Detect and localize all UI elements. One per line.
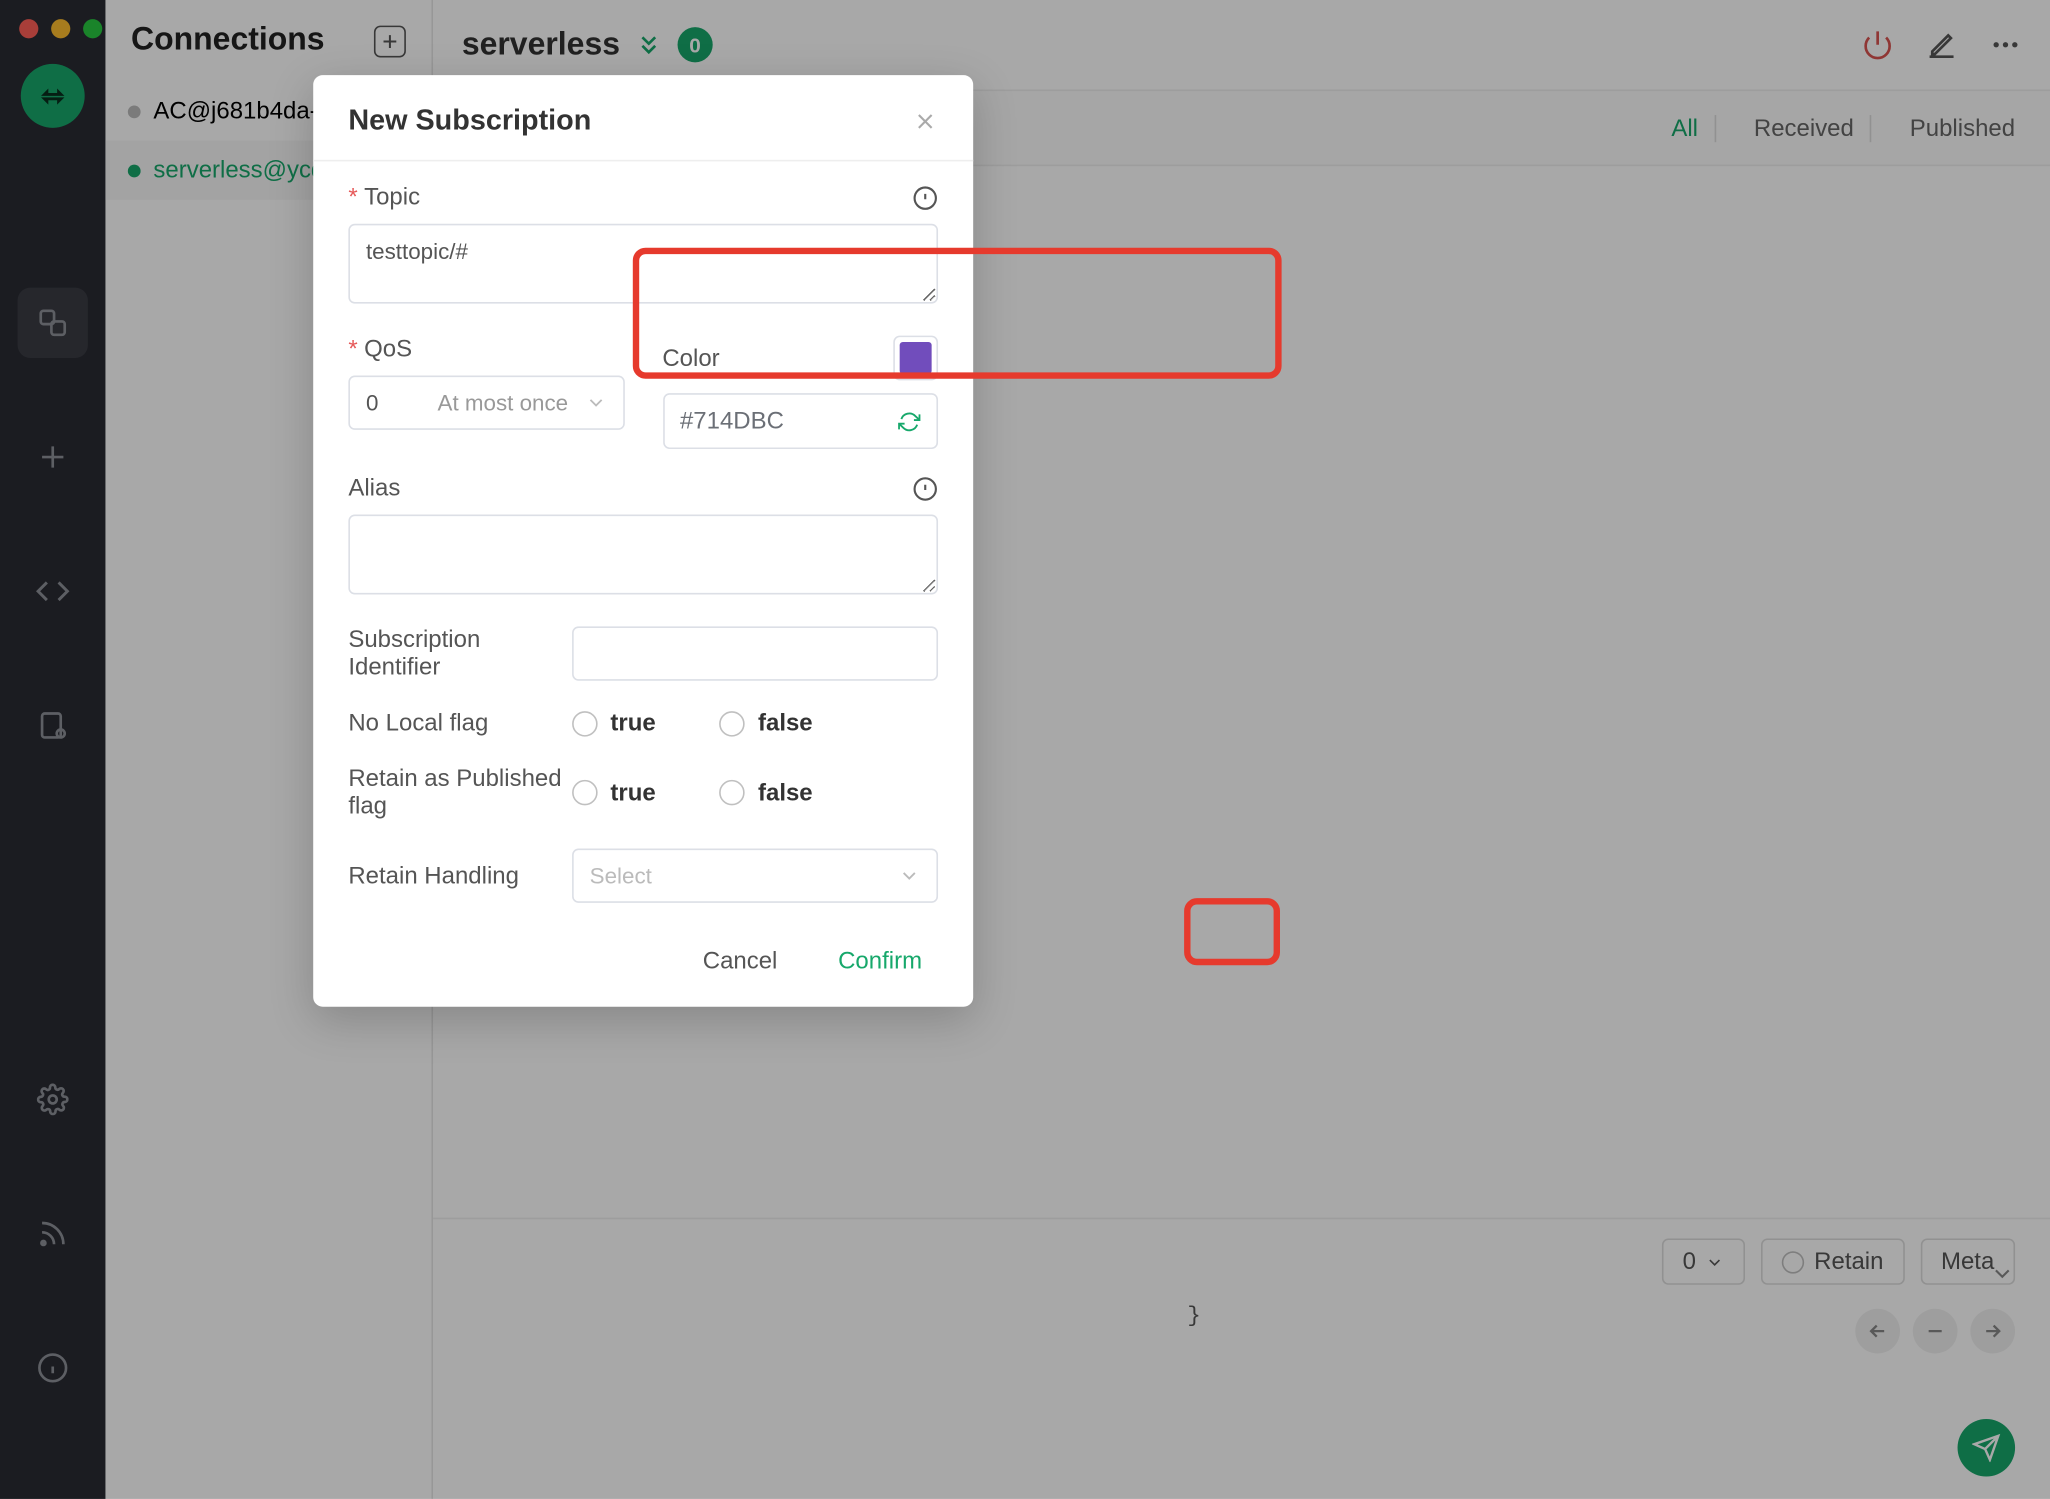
no-local-false-radio[interactable]: false: [720, 710, 813, 737]
info-icon[interactable]: [912, 475, 938, 501]
no-local-true-radio[interactable]: true: [572, 710, 656, 737]
alias-field: Alias: [348, 475, 938, 601]
topic-label: Topic: [364, 184, 420, 211]
info-icon[interactable]: [912, 185, 938, 211]
retain-pub-label: Retain as Published flag: [348, 765, 572, 819]
qos-label: QoS: [364, 336, 412, 363]
alias-label: Alias: [348, 475, 400, 502]
radio-icon: [572, 780, 598, 806]
retain-pub-true-radio[interactable]: true: [572, 779, 656, 806]
topic-input[interactable]: [348, 224, 938, 304]
alias-input[interactable]: [348, 515, 938, 595]
color-label: Color: [662, 344, 719, 371]
refresh-color-icon[interactable]: [898, 410, 920, 432]
retain-handling-label: Retain Handling: [348, 862, 572, 889]
retain-handling-select[interactable]: Select: [572, 849, 938, 903]
no-local-label: No Local flag: [348, 710, 572, 737]
modal-title: New Subscription: [348, 104, 591, 138]
radio-icon: [572, 710, 598, 736]
modal-overlay[interactable]: [0, 0, 2050, 1499]
required-mark: *: [348, 336, 357, 363]
new-subscription-modal: New Subscription * Topic * QoS: [313, 75, 973, 1007]
sub-id-label: Subscription Identifier: [348, 626, 572, 680]
qos-hint: At most once: [438, 390, 569, 416]
required-mark: *: [348, 184, 357, 211]
close-icon[interactable]: [912, 108, 938, 134]
cancel-button[interactable]: Cancel: [680, 935, 799, 988]
qos-select[interactable]: 0 At most once: [348, 376, 624, 430]
topic-field: * Topic: [348, 184, 938, 310]
radio-icon: [720, 710, 746, 736]
color-swatch[interactable]: [893, 336, 938, 381]
color-hex-value[interactable]: #714DBC: [680, 407, 784, 434]
retain-pub-false-radio[interactable]: false: [720, 779, 813, 806]
qos-field: * QoS 0 At most once: [348, 336, 624, 449]
radio-icon: [720, 780, 746, 806]
qos-value: 0: [366, 390, 378, 416]
confirm-button[interactable]: Confirm: [816, 935, 945, 988]
color-field: Color #714DBC: [662, 336, 938, 449]
retain-handling-placeholder: Select: [590, 863, 652, 889]
sub-id-input[interactable]: [572, 626, 938, 680]
color-chip-icon: [900, 342, 932, 374]
